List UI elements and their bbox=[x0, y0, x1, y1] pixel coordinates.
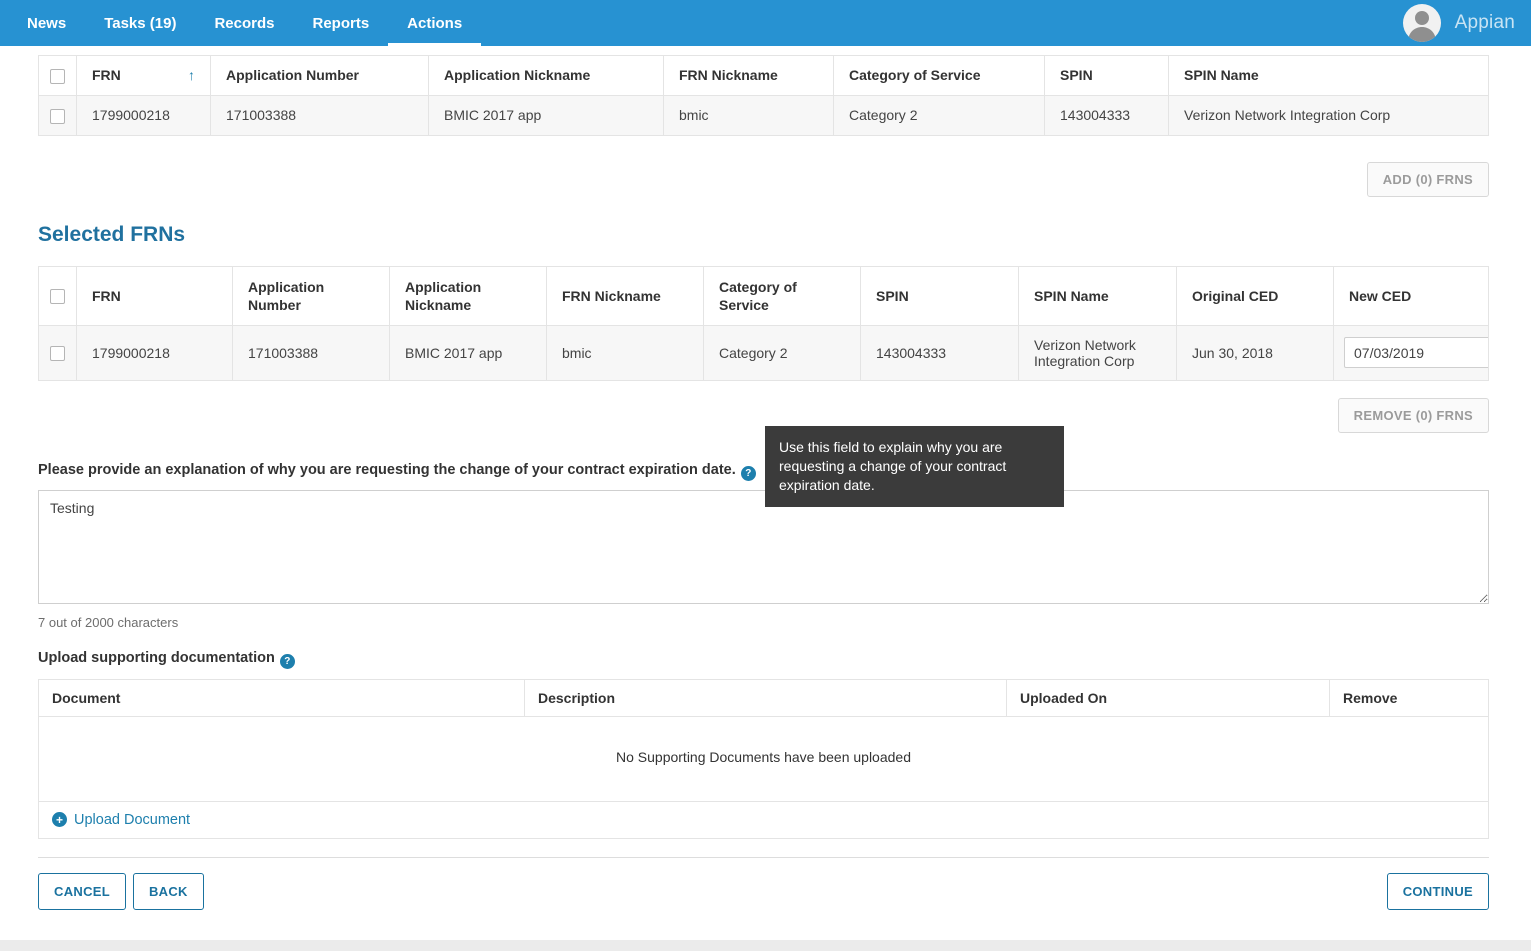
appian-brand-logo: Appian bbox=[1455, 12, 1515, 34]
cell-frn: 1799000218 bbox=[77, 95, 211, 135]
selected-row-checkbox-cell bbox=[39, 325, 77, 380]
footer-button-bar: CANCEL BACK CONTINUE bbox=[38, 873, 1489, 910]
selected-row-checkbox[interactable] bbox=[50, 346, 65, 361]
cell-new-ced bbox=[1334, 325, 1489, 380]
selected-select-all-checkbox[interactable] bbox=[50, 289, 65, 304]
cell-application-nickname: BMIC 2017 app bbox=[390, 325, 547, 380]
cell-application-nickname: BMIC 2017 app bbox=[429, 95, 664, 135]
documents-table: Document Description Uploaded On Remove … bbox=[38, 679, 1489, 839]
explanation-tooltip: Use this field to explain why you are re… bbox=[765, 426, 1064, 507]
frn-table-header-row: FRN ↑ Application Number Application Nic… bbox=[39, 56, 1489, 96]
selected-frns-header-row: FRN Application Number Application Nickn… bbox=[39, 266, 1489, 325]
upload-documentation-label: Upload supporting documentation? bbox=[38, 650, 1489, 669]
col-header-application-number: Application Number bbox=[233, 266, 390, 325]
col-header-spin: SPIN bbox=[1045, 56, 1169, 96]
main-content: FRN ↑ Application Number Application Nic… bbox=[0, 46, 1531, 940]
col-header-spin-name: SPIN Name bbox=[1169, 56, 1489, 96]
new-ced-date-input[interactable] bbox=[1344, 337, 1489, 368]
upload-help-icon[interactable]: ? bbox=[280, 654, 295, 669]
col-header-uploaded-on: Uploaded On bbox=[1006, 680, 1329, 716]
top-navigation: News Tasks (19) Records Reports Actions … bbox=[0, 0, 1531, 46]
upload-document-link-label: Upload Document bbox=[74, 812, 190, 828]
cell-frn-nickname: bmic bbox=[547, 325, 704, 380]
explanation-help-icon[interactable]: ? bbox=[741, 466, 756, 481]
cell-frn: 1799000218 bbox=[77, 325, 233, 380]
col-header-frn-nickname: FRN Nickname bbox=[664, 56, 834, 96]
user-avatar[interactable] bbox=[1403, 4, 1441, 42]
col-header-new-ced: New CED bbox=[1334, 266, 1489, 325]
explanation-label-text: Please provide an explanation of why you… bbox=[38, 462, 736, 478]
add-frns-button[interactable]: ADD (0) FRNS bbox=[1367, 162, 1489, 197]
explanation-label: Please provide an explanation of why you… bbox=[38, 462, 1489, 481]
selected-frns-table: FRN Application Number Application Nickn… bbox=[38, 266, 1489, 381]
frn-search-results-table: FRN ↑ Application Number Application Nic… bbox=[38, 55, 1489, 136]
col-header-document: Document bbox=[39, 680, 524, 716]
col-header-application-nickname: Application Nickname bbox=[429, 56, 664, 96]
select-all-cell bbox=[39, 56, 77, 96]
person-icon bbox=[1403, 4, 1441, 42]
character-count: 7 out of 2000 characters bbox=[38, 615, 1489, 630]
back-button[interactable]: BACK bbox=[133, 873, 204, 910]
selected-frns-heading: Selected FRNs bbox=[38, 223, 1489, 247]
documents-empty-message: No Supporting Documents have been upload… bbox=[39, 717, 1488, 802]
upload-document-link[interactable]: + Upload Document bbox=[52, 812, 190, 828]
nav-item-tasks[interactable]: Tasks (19) bbox=[85, 0, 195, 46]
col-header-remove: Remove bbox=[1329, 680, 1488, 716]
cell-category-of-service: Category 2 bbox=[704, 325, 861, 380]
frn-table-row: 1799000218 171003388 BMIC 2017 app bmic … bbox=[39, 95, 1489, 135]
nav-item-news[interactable]: News bbox=[8, 0, 85, 46]
col-header-frn: FRN bbox=[77, 266, 233, 325]
cell-category-of-service: Category 2 bbox=[834, 95, 1045, 135]
col-header-application-number: Application Number bbox=[211, 56, 429, 96]
col-header-description: Description bbox=[524, 680, 1006, 716]
cell-original-ced: Jun 30, 2018 bbox=[1177, 325, 1334, 380]
col-header-frn: FRN ↑ bbox=[77, 56, 211, 96]
explanation-textarea[interactable]: Testing bbox=[38, 490, 1489, 604]
selected-select-all-cell bbox=[39, 266, 77, 325]
plus-circle-icon: + bbox=[52, 812, 67, 827]
cancel-button[interactable]: CANCEL bbox=[38, 873, 126, 910]
cell-spin-name: Verizon Network Integration Corp bbox=[1169, 95, 1489, 135]
cell-application-number: 171003388 bbox=[233, 325, 390, 380]
documents-table-footer: + Upload Document bbox=[39, 802, 1488, 838]
col-header-category-of-service: Category of Service bbox=[834, 56, 1045, 96]
cell-spin-name: Verizon Network Integration Corp bbox=[1019, 325, 1177, 380]
select-all-checkbox[interactable] bbox=[50, 69, 65, 84]
row-checkbox[interactable] bbox=[50, 109, 65, 124]
nav-item-actions[interactable]: Actions bbox=[388, 0, 481, 46]
nav-item-records[interactable]: Records bbox=[195, 0, 293, 46]
col-header-original-ced: Original CED bbox=[1177, 266, 1334, 325]
explanation-section: Use this field to explain why you are re… bbox=[38, 462, 1489, 630]
sort-ascending-icon[interactable]: ↑ bbox=[188, 67, 195, 83]
cell-application-number: 171003388 bbox=[211, 95, 429, 135]
col-header-spin: SPIN bbox=[861, 266, 1019, 325]
cell-frn-nickname: bmic bbox=[664, 95, 834, 135]
col-header-frn-label: FRN bbox=[92, 67, 121, 83]
remove-frns-button[interactable]: REMOVE (0) FRNS bbox=[1338, 398, 1489, 433]
continue-button[interactable]: CONTINUE bbox=[1387, 873, 1489, 910]
nav-right-area: Appian bbox=[1403, 0, 1531, 46]
documents-table-header: Document Description Uploaded On Remove bbox=[39, 680, 1488, 717]
col-header-spin-name: SPIN Name bbox=[1019, 266, 1177, 325]
col-header-frn-nickname: FRN Nickname bbox=[547, 266, 704, 325]
nav-item-reports[interactable]: Reports bbox=[293, 0, 388, 46]
col-header-category-of-service: Category of Service bbox=[704, 266, 861, 325]
upload-documentation-label-text: Upload supporting documentation bbox=[38, 650, 275, 666]
cell-spin: 143004333 bbox=[1045, 95, 1169, 135]
footer-divider bbox=[38, 857, 1489, 858]
col-header-application-nickname: Application Nickname bbox=[390, 266, 547, 325]
cell-spin: 143004333 bbox=[861, 325, 1019, 380]
row-checkbox-cell bbox=[39, 95, 77, 135]
selected-frns-row: 1799000218 171003388 BMIC 2017 app bmic … bbox=[39, 325, 1489, 380]
